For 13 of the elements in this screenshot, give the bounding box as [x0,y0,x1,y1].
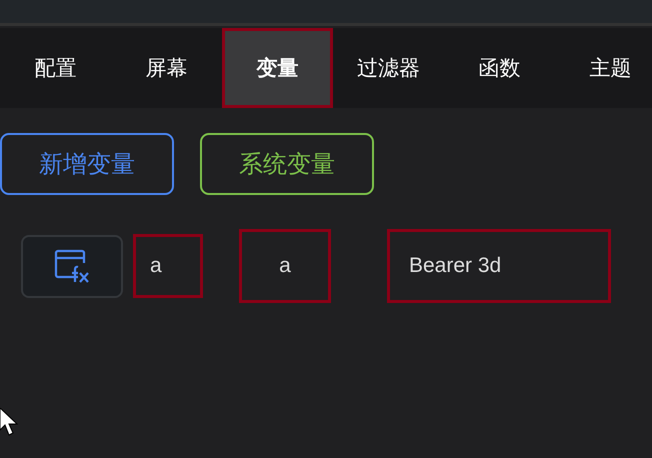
tab[interactable]: 过滤器 [333,28,444,108]
add-variable-button[interactable]: 新增变量 [0,133,174,195]
tab[interactable]: 配置 [0,28,111,108]
name-cell: a [239,229,331,303]
tab[interactable]: 函数 [444,28,555,108]
function-button[interactable] [21,234,123,298]
function-icon [54,249,90,283]
name-cell: a [133,234,203,298]
tab[interactable]: 变量 [222,28,333,108]
tab[interactable]: 主题 [555,28,652,108]
system-variable-button[interactable]: 系统变量 [200,133,374,195]
tab[interactable]: 屏幕 [111,28,222,108]
value-cell: Bearer 3d [387,229,611,303]
